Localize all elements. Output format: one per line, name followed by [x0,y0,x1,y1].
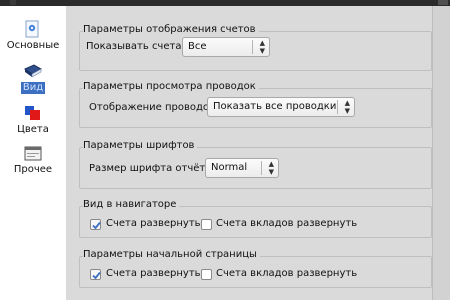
report-font-size-select[interactable]: Normal ▲ ▼ [205,158,279,178]
book-icon [23,64,43,78]
spin-arrows-icon: ▲ ▼ [268,160,274,176]
sidebar-item-label: Прочее [13,164,53,175]
navigator-expand-deposits-checkbox[interactable] [201,219,212,230]
checkmark-icon [92,271,101,280]
sidebar-item-label: Вид [20,82,46,94]
home-expand-deposits-checkbox[interactable] [201,269,212,280]
sidebar-item-general[interactable]: Основные [0,20,66,52]
report-font-size-label: Размер шрифта отчёта [89,163,212,174]
navigator-expand-deposits-label[interactable]: Счета вкладов развернуть [216,218,357,230]
report-font-size-value: Normal [211,162,248,173]
window-icon [24,146,42,161]
transactions-display-label: Отображение проводок [89,102,216,113]
home-expand-deposits-label[interactable]: Счета вкладов развернуть [216,268,357,280]
show-accounts-value: Все [188,41,207,52]
checkmark-icon [92,221,101,230]
transactions-display-select[interactable]: Показать все проводки ▲ ▼ [207,97,355,117]
home-expand-accounts-label[interactable]: Счета развернуть [106,268,201,280]
navigator-expand-accounts-label[interactable]: Счета развернуть [106,218,201,230]
home-expand-accounts-checkbox[interactable] [90,269,101,280]
window-menu-icon[interactable] [10,0,16,5]
sidebar-item-colors[interactable]: Цвета [0,104,66,136]
accounts-display-title: Параметры отображения счетов [83,24,259,36]
fonts-title: Параметры шрифтов [83,140,198,152]
palette-icon [25,106,40,120]
spin-arrows-icon: ▲ ▼ [259,39,265,55]
settings-page-icon [25,20,39,38]
show-accounts-select[interactable]: Все ▲ ▼ [182,37,270,57]
transactions-view-title: Параметры просмотра проводок [83,81,259,93]
transactions-display-value: Показать все проводки [213,101,337,112]
sidebar-item-label: Основные [6,40,60,51]
navigator-expand-accounts-checkbox[interactable] [90,219,101,230]
scrollbar[interactable] [432,6,450,300]
spin-arrows-icon: ▲ ▼ [344,99,350,115]
navigator-title: Вид в навигаторе [83,199,180,211]
sidebar-item-label: Цвета [17,124,49,135]
sidebar-item-other[interactable]: Прочее [0,146,66,176]
close-icon[interactable] [438,0,448,5]
home-page-title: Параметры начальной страницы [83,249,260,261]
show-accounts-label: Показывать счета [86,41,182,52]
sidebar-item-view[interactable]: Вид [0,62,66,94]
